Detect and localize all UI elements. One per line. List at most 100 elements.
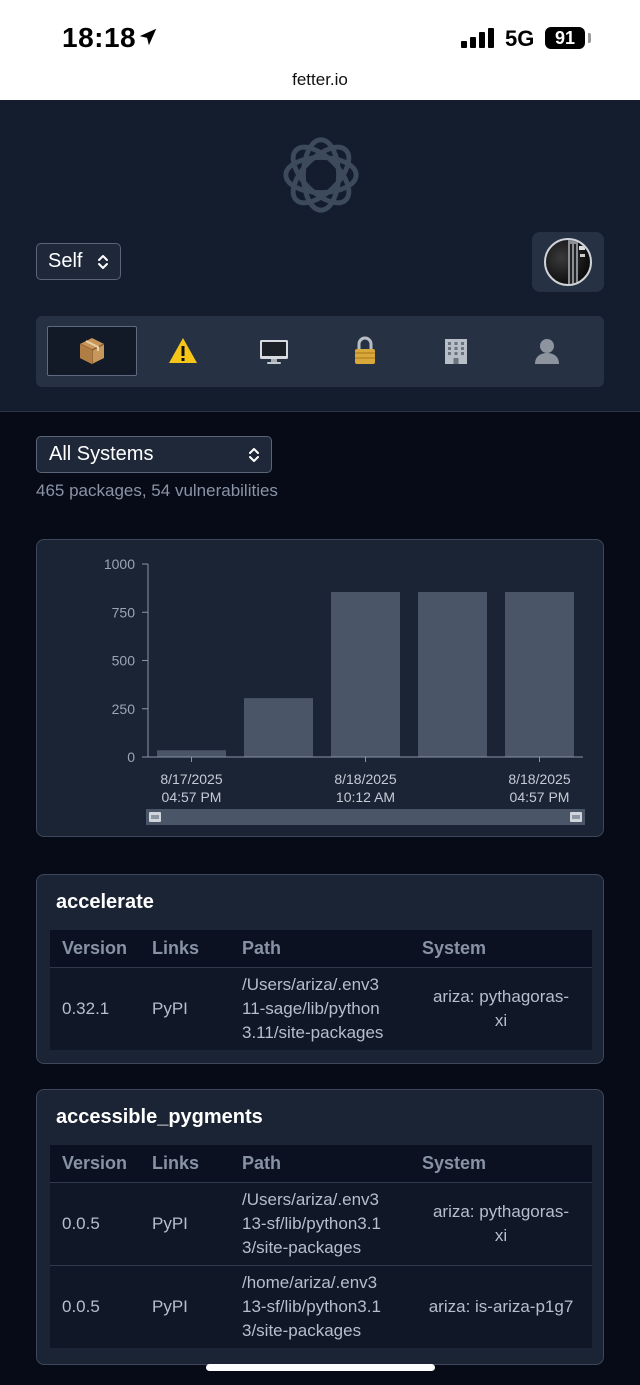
bar: [418, 591, 487, 757]
path-line: 3/site-packages: [242, 1320, 362, 1340]
package-icon: [79, 338, 105, 364]
computer-icon: [260, 340, 288, 364]
status-time: 18:18: [62, 22, 137, 53]
scope-select-value: Self: [48, 250, 83, 272]
path-line: /home/ariza/.env3: [242, 1272, 378, 1292]
bar: [244, 698, 313, 757]
path-cell: /Users/ariza/.env3 11-sage/lib/python 3.11…: [230, 966, 410, 1050]
location-arrow-icon: [139, 28, 157, 46]
person-silhouette-icon: [535, 339, 559, 364]
version-cell: 0.32.1: [50, 966, 140, 1050]
scope-select[interactable]: Self: [36, 243, 121, 280]
path-line: 3/site-packages: [242, 1237, 362, 1257]
bar: [157, 750, 226, 757]
bar: [505, 591, 574, 757]
office-building-icon: [445, 339, 467, 364]
pypi-link[interactable]: PyPI: [140, 966, 230, 1050]
range-slider[interactable]: [146, 809, 585, 825]
column-header-links[interactable]: Links: [140, 1145, 230, 1182]
fetter-logo-icon: [283, 137, 359, 213]
column-header-path[interactable]: Path: [230, 930, 410, 967]
path-cell: /home/ariza/.env3 13-sf/lib/python3.1 3/si…: [230, 1264, 410, 1348]
pypi-link[interactable]: PyPI: [140, 1181, 230, 1265]
nav-packages[interactable]: [47, 326, 137, 376]
pypi-link[interactable]: PyPI: [140, 1264, 230, 1348]
package-count-chart: 0 250 500 750 1000 8/17/2025 04:57 PM 8/18/2025…: [36, 539, 604, 837]
x-tick-label: 04:57 PM: [162, 789, 222, 805]
status-bar: 18:18 5G 91 fetter.io: [0, 0, 640, 100]
y-tick-label: 1000: [104, 556, 135, 572]
system-line: xi: [494, 1010, 508, 1030]
column-header-links[interactable]: Links: [140, 930, 230, 967]
user-avatar-button[interactable]: [532, 232, 604, 292]
system-cell: ariza: is-ariza-p1g7: [410, 1264, 592, 1348]
home-indicator: [206, 1364, 435, 1371]
battery-icon: 91: [545, 27, 585, 49]
range-handle-left[interactable]: [149, 812, 161, 822]
systems-select[interactable]: All Systems: [36, 436, 272, 473]
y-tick-label: 250: [112, 701, 136, 717]
package-table: Version Links Path System 0.0.5 PyPI/Users/ar…: [50, 1145, 592, 1348]
nav-vulnerabilities[interactable]: [138, 326, 228, 376]
package-name: accessible_pygments: [56, 1106, 263, 1128]
system-cell: ariza: pythagoras-xi: [410, 966, 592, 1050]
main-nav: [36, 316, 604, 387]
nav-security[interactable]: [320, 326, 410, 376]
network-type: 5G: [505, 26, 535, 51]
range-handle-right[interactable]: [570, 812, 582, 822]
table-row: 0.0.5 PyPI/home/ariza/.env3 13-sf/lib/pyth…: [50, 1264, 592, 1348]
package-card: accelerate Version Links Path System 0.32.1 Py…: [36, 874, 604, 1064]
path-line: 13-sf/lib/python3.1: [242, 1213, 381, 1233]
system-line: ariza: pythagoras-: [432, 1201, 570, 1221]
bar: [331, 591, 400, 757]
y-tick-label: 0: [127, 749, 135, 765]
bar-chart: 0 250 500 750 1000 8/17/2025 04:57 PM 8/18/2025…: [104, 556, 585, 825]
battery-cap: [588, 33, 591, 43]
chevron-up-down-icon: [249, 448, 259, 462]
column-header-version[interactable]: Version: [50, 930, 140, 967]
column-header-version[interactable]: Version: [50, 1145, 140, 1182]
column-header-path[interactable]: Path: [230, 1145, 410, 1182]
url-label[interactable]: fetter.io: [0, 70, 640, 90]
version-cell: 0.0.5: [50, 1264, 140, 1348]
path-cell: /Users/ariza/.env3 13-sf/lib/python3.1 3/s…: [230, 1181, 410, 1265]
x-tick-label: 04:57 PM: [510, 789, 570, 805]
y-tick-label: 500: [112, 653, 136, 669]
app-header: Self: [0, 100, 640, 412]
warning-icon: [169, 338, 197, 363]
version-cell: 0.0.5: [50, 1181, 140, 1265]
chevron-up-down-icon: [98, 255, 108, 269]
package-card: accessible_pygments Version Links Path Syste…: [36, 1089, 604, 1365]
path-line: 3.11/site-packages: [242, 1022, 384, 1042]
path-line: /Users/ariza/.env3: [242, 974, 379, 994]
avatar: [544, 238, 592, 286]
x-tick-label: 8/17/2025: [160, 771, 222, 787]
lock-icon: [355, 336, 375, 364]
path-line: 13-sf/lib/python3.1: [242, 1296, 381, 1316]
table-row: 0.0.5 PyPI/Users/ariza/.env3 13-sf/lib/pyt…: [50, 1181, 592, 1265]
avatar-image-icon: [568, 240, 585, 284]
system-line: xi: [494, 1225, 508, 1245]
table-header-row: Version Links Path System: [50, 930, 592, 967]
nav-users[interactable]: [502, 326, 592, 376]
x-tick-label: 10:12 AM: [336, 789, 395, 805]
package-name: accelerate: [56, 891, 154, 913]
table-row: 0.32.1 PyPI/Users/ariza/.env3 11-sage/lib/…: [50, 966, 592, 1050]
x-tick-label: 8/18/2025: [508, 771, 570, 787]
path-line: /Users/ariza/.env3: [242, 1189, 379, 1209]
system-line: ariza: pythagoras-: [432, 986, 570, 1006]
y-tick-label: 750: [112, 604, 136, 620]
inventory-summary: 465 packages, 54 vulnerabilities: [36, 481, 278, 500]
path-line: 11-sage/lib/python: [242, 998, 380, 1018]
nav-systems[interactable]: [229, 326, 319, 376]
column-header-system[interactable]: System: [410, 930, 592, 967]
systems-select-value: All Systems: [49, 443, 154, 465]
nav-organizations[interactable]: [411, 326, 501, 376]
system-line: ariza: is-ariza-p1g7: [428, 1296, 574, 1316]
cellular-signal-icon: [461, 28, 494, 48]
column-header-system[interactable]: System: [410, 1145, 592, 1182]
table-header-row: Version Links Path System: [50, 1145, 592, 1182]
system-cell: ariza: pythagoras-xi: [410, 1181, 592, 1265]
x-tick-label: 8/18/2025: [334, 771, 396, 787]
package-table: Version Links Path System 0.32.1 PyPI/Users/a…: [50, 930, 592, 1050]
